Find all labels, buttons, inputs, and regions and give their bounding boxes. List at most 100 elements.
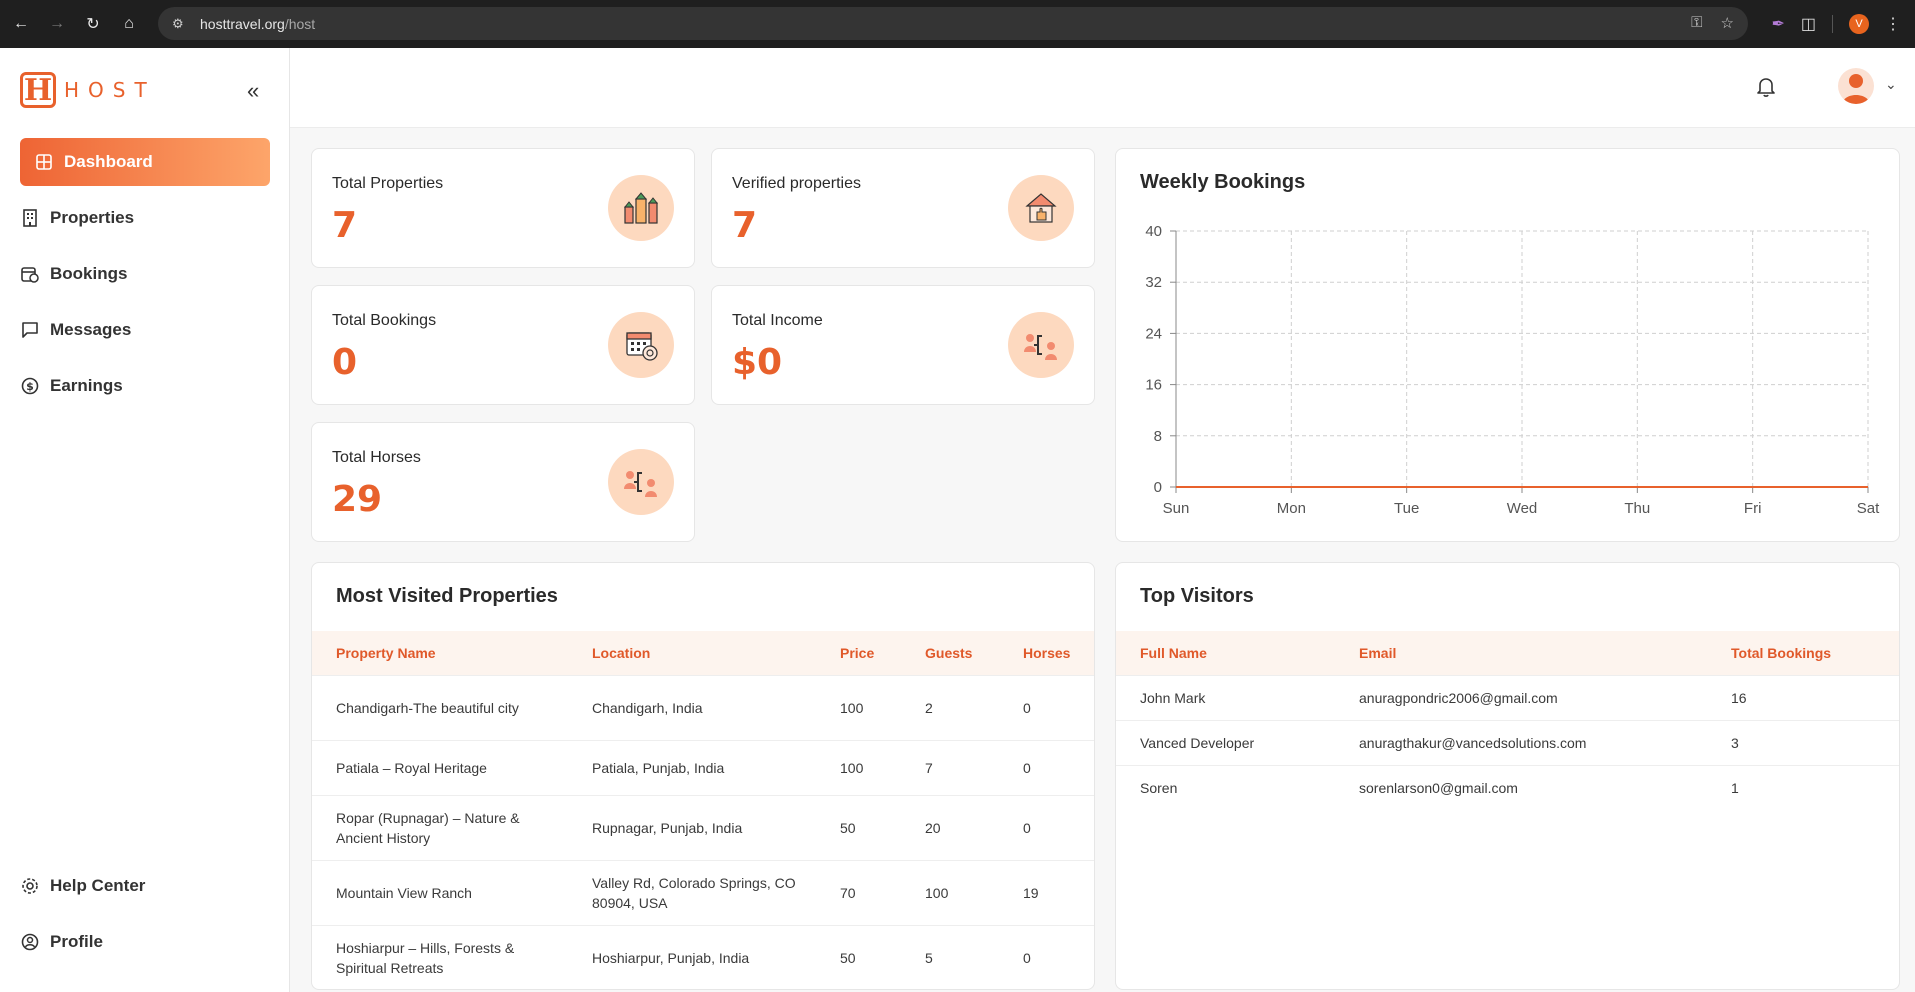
table-cell: 0	[999, 924, 1094, 989]
table-cell: 1	[1707, 764, 1899, 810]
column-header[interactable]: Total Bookings	[1707, 631, 1899, 675]
sidebar-menu: Dashboard Properties Bookings Messages $…	[20, 138, 270, 418]
home-icon[interactable]: ⌂	[114, 9, 144, 39]
site-info-icon[interactable]: ⚙	[172, 16, 192, 32]
weekly-bookings-chart: Weekly Bookings 0 8 16 24 32 40 Sun Mon Tue Wed Th…	[1115, 148, 1900, 542]
feather-extension-icon[interactable]: ✒	[1771, 14, 1784, 34]
table-cell: Hoshiarpur – Hills, Forests & Spiritual …	[312, 924, 568, 989]
stat-card-verified-properties: Verified properties 7	[711, 148, 1095, 268]
table-header-row: Full Name Email Total Bookings	[1116, 631, 1899, 675]
x-tick-label: Wed	[1507, 500, 1538, 517]
table-row[interactable]: John Mark anuragpondric2006@gmail.com 16	[1116, 674, 1899, 720]
table-row[interactable]: Patiala – Royal Heritage Patiala, Punjab,…	[312, 739, 1094, 795]
forward-arrow-icon[interactable]: →	[42, 9, 72, 39]
table-cell: 7	[901, 739, 999, 795]
calendar-clock-icon	[20, 264, 40, 284]
table-cell: Mountain View Ranch	[312, 859, 568, 925]
table-cell: anuragthakur@vancedsolutions.com	[1335, 719, 1707, 765]
sidebar-item-label: Help Center	[50, 876, 146, 895]
kebab-menu-icon[interactable]: ⋮	[1885, 14, 1901, 34]
table-cell: 5	[901, 924, 999, 989]
stat-card-total-properties: Total Properties 7	[311, 148, 695, 268]
back-arrow-icon[interactable]: ←	[6, 9, 36, 39]
verified-house-icon	[1008, 175, 1074, 241]
sidebar-item-dashboard[interactable]: Dashboard	[20, 138, 270, 186]
table-row[interactable]: Ropar (Rupnagar) – Nature & Ancient Hist…	[312, 794, 1094, 860]
host-logo[interactable]: H HOST	[20, 72, 156, 108]
sidebar: H HOST « Dashboard Properties Bookings M…	[0, 48, 290, 992]
table-cell: Patiala, Punjab, India	[568, 739, 816, 795]
table-cell: 3	[1707, 719, 1899, 765]
extensions-icon[interactable]: ◫	[1801, 14, 1816, 34]
sidebar-item-bookings[interactable]: Bookings	[20, 250, 270, 298]
browser-profile-avatar[interactable]: V	[1849, 14, 1869, 34]
logo-text: HOST	[64, 78, 156, 102]
collapse-sidebar-icon[interactable]: «	[247, 78, 259, 104]
column-header[interactable]: Guests	[901, 631, 999, 675]
table-header-row: Property Name Location Price Guests Horses	[312, 631, 1094, 675]
column-header[interactable]: Full Name	[1116, 631, 1335, 675]
toolbar-divider	[1832, 15, 1833, 33]
table-body: John Mark anuragpondric2006@gmail.com 16 Va…	[1116, 674, 1899, 810]
gear-icon	[20, 876, 40, 896]
table-cell: 50	[816, 924, 901, 989]
sidebar-item-properties[interactable]: Properties	[20, 194, 270, 242]
stat-card-total-income: Total Income $0	[711, 285, 1095, 405]
chart-plot: 0 8 16 24 32 40 Sun Mon Tue Wed Thu Fri Sat	[1145, 223, 1880, 517]
table-cell: Ropar (Rupnagar) – Nature & Ancient Hist…	[312, 794, 568, 860]
stat-value: 29	[332, 479, 383, 520]
column-header[interactable]: Location	[568, 631, 816, 675]
table-cell: anuragpondric2006@gmail.com	[1335, 674, 1707, 720]
table-row[interactable]: Hoshiarpur – Hills, Forests & Spiritual …	[312, 924, 1094, 989]
key-icon[interactable]: ⚿	[1691, 14, 1702, 32]
star-icon[interactable]: ☆	[1721, 14, 1734, 32]
buildings-icon	[608, 175, 674, 241]
table-cell: 100	[816, 674, 901, 740]
sidebar-bottom-menu: Help Center Profile	[20, 862, 270, 974]
url-domain: hosttravel.org	[200, 15, 285, 32]
column-header[interactable]: Horses	[999, 631, 1094, 675]
column-header[interactable]: Property Name	[312, 631, 568, 675]
building-icon	[20, 208, 40, 228]
table-cell: Patiala – Royal Heritage	[312, 739, 568, 795]
table-cell: 16	[1707, 674, 1899, 720]
column-header[interactable]: Email	[1335, 631, 1707, 675]
address-bar[interactable]: ⚙ hosttravel.org/host ⚿ ☆	[158, 7, 1748, 40]
table-cell: Vanced Developer	[1116, 719, 1335, 765]
table-header: Property Name Location Price Guests Horses	[312, 631, 1094, 675]
stat-card-total-horses: Total Horses 29	[311, 422, 695, 542]
url-path: /host	[284, 15, 316, 32]
top-header: ⌄	[290, 48, 1915, 128]
stat-label: Total Bookings	[332, 312, 437, 329]
sidebar-item-earnings[interactable]: $ Earnings	[20, 362, 270, 410]
income-icon	[1008, 312, 1074, 378]
table-row[interactable]: Soren sorenlarson0@gmail.com 1	[1116, 764, 1899, 810]
table-cell: Chandigarh, India	[568, 674, 816, 740]
sidebar-item-help-center[interactable]: Help Center	[20, 862, 270, 910]
calendar-icon	[608, 312, 674, 378]
sidebar-item-label: Properties	[50, 208, 135, 227]
x-tick-label: Sun	[1163, 500, 1190, 517]
y-tick-label: 8	[1154, 428, 1162, 445]
sidebar-item-label: Bookings	[50, 264, 128, 283]
table-row[interactable]: Mountain View Ranch Valley Rd, Colorado S…	[312, 859, 1094, 925]
table-cell: John Mark	[1116, 674, 1335, 720]
svg-text:$: $	[26, 380, 34, 393]
table-cell: Soren	[1116, 764, 1335, 810]
avatar[interactable]	[1838, 68, 1874, 104]
x-tick-label: Fri	[1744, 500, 1762, 517]
stat-label: Total Horses	[332, 449, 421, 466]
sidebar-item-messages[interactable]: Messages	[20, 306, 270, 354]
sidebar-item-profile[interactable]: Profile	[20, 918, 270, 966]
y-tick-label: 0	[1154, 479, 1162, 496]
table-row[interactable]: Chandigarh-The beautiful city Chandigarh,…	[312, 674, 1094, 740]
sidebar-item-label: Messages	[50, 320, 132, 339]
message-icon	[20, 320, 40, 340]
column-header[interactable]: Price	[816, 631, 901, 675]
table-cell: Chandigarh-The beautiful city	[312, 674, 568, 740]
bell-icon[interactable]	[1756, 76, 1776, 103]
table-row[interactable]: Vanced Developer anuragthakur@vancedsolut…	[1116, 719, 1899, 765]
x-tick-label: Tue	[1394, 500, 1419, 517]
reload-icon[interactable]: ↻	[78, 9, 108, 39]
chevron-down-icon[interactable]: ⌄	[1885, 76, 1897, 93]
